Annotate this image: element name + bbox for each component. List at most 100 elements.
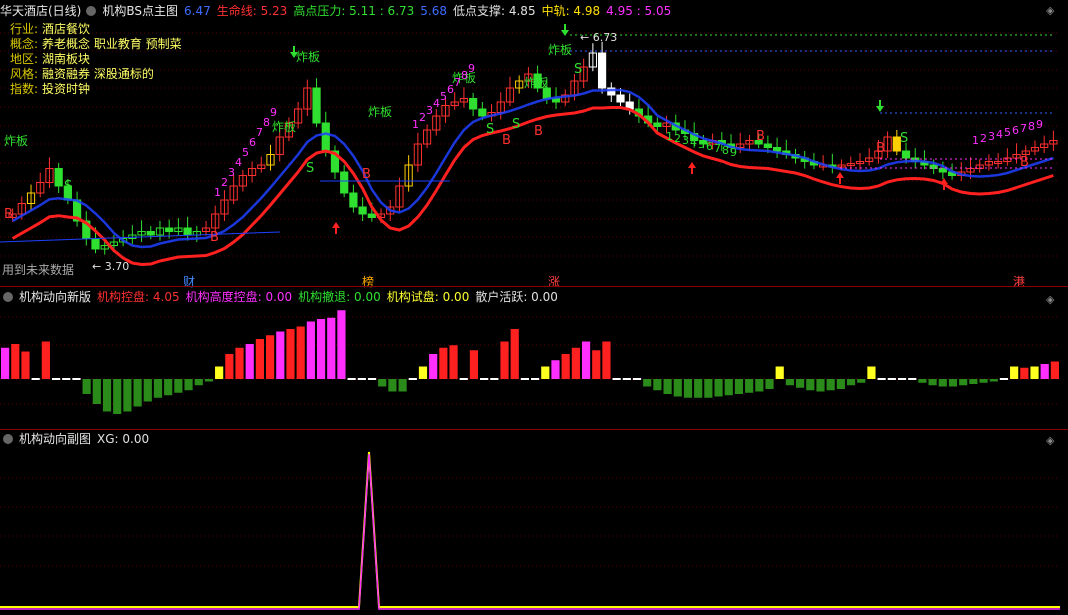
buy-signal: B [4, 207, 13, 222]
flat-bar [72, 378, 81, 380]
sell-signal: S [512, 117, 520, 132]
histogram-bar [561, 354, 570, 379]
histogram-bar [276, 331, 285, 379]
histogram-bar [266, 335, 275, 379]
histogram-bar [113, 379, 122, 414]
info-key: 概念: [10, 37, 39, 51]
sell-signal: S [64, 179, 72, 194]
panel-separator-1 [0, 286, 1068, 287]
candle-body [367, 213, 376, 218]
histogram-bar [969, 379, 978, 384]
buy-signal: B [210, 230, 219, 245]
candle-body [340, 171, 349, 194]
histogram-bar [775, 366, 784, 379]
histogram-bar [1030, 366, 1039, 379]
down-arrow-icon [876, 100, 884, 112]
count-number: 5 [242, 146, 249, 159]
sell-signal: S [574, 62, 582, 77]
count-number: 6 [447, 83, 454, 96]
buy-signal: B [534, 124, 543, 139]
main-value-5: 中轨: 4.98 [541, 4, 601, 18]
histogram-bar [734, 379, 744, 394]
histogram-bar [153, 379, 163, 398]
count-number: 3 [228, 166, 235, 179]
stock-title: 华天酒店(日线) [0, 4, 82, 18]
histogram-bar [959, 379, 968, 386]
candle-body [772, 147, 782, 152]
flat-bar [408, 378, 417, 380]
candle-body [183, 227, 192, 236]
histogram-bar [439, 347, 448, 379]
flat-bar [31, 378, 40, 380]
histogram-bar [194, 379, 203, 386]
up-arrow-icon [332, 222, 340, 234]
candle-body [469, 98, 478, 110]
main-indicator-values: 6.47 生命线: 5.23 高点压力: 5.11 : 6.73 5.68 低点支撑: … [184, 4, 677, 18]
histogram-bar [846, 379, 856, 386]
main-value-6: 4.95 : 5.05 [606, 4, 672, 18]
histogram-bar [938, 379, 947, 387]
panel-close-icon[interactable]: ◈ [1046, 293, 1054, 306]
histogram-bar [469, 350, 479, 379]
histogram-bar [918, 379, 927, 383]
low-price-label: ← 3.70 [92, 260, 129, 273]
count-number: 6 [706, 140, 713, 153]
buy-signal: B [876, 141, 885, 156]
main-indicator-name: 机构BS点主图 [102, 4, 179, 18]
count-number: 9 [468, 62, 475, 75]
flat-bar [347, 378, 356, 380]
candle-body [312, 87, 321, 124]
candle-body [165, 227, 174, 232]
event-mark-3: 港 [1013, 275, 1026, 289]
histogram-bar [41, 341, 50, 379]
sub2-indicator-name: 机构动向副图 [19, 432, 92, 446]
histogram-bar [225, 354, 234, 379]
histogram-bar [510, 329, 519, 379]
flat-bar [632, 378, 642, 380]
collapse-icon[interactable] [3, 292, 13, 302]
main-value-1: 生命线: 5.23 [216, 4, 288, 18]
histogram-bar [449, 345, 458, 379]
up-arrow-icon [836, 172, 844, 184]
count-number: 3 [988, 130, 995, 143]
count-number: 9 [1036, 118, 1043, 131]
info-value: 养老概念 职业教育 预制菜 [42, 37, 182, 51]
histogram-bar [581, 341, 591, 379]
count-number: 1 [666, 130, 673, 143]
flat-bar [897, 378, 907, 380]
count-number: 4 [996, 128, 1003, 141]
flat-bar [531, 378, 540, 380]
xg-signal-line [0, 451, 1060, 608]
flat-bar [612, 378, 621, 380]
buy-signal: B [1020, 155, 1029, 170]
count-number: 5 [698, 138, 705, 151]
histogram-bar [1040, 364, 1049, 379]
zhaban-label: 炸板 [4, 134, 28, 148]
count-number: 6 [1012, 124, 1019, 137]
collapse-icon[interactable] [3, 434, 13, 444]
count-number: 5 [1004, 126, 1011, 139]
count-number: 1 [214, 186, 221, 199]
info-row-2: 地区: 湖南板块 [10, 52, 182, 67]
scroll-up-icon[interactable]: ◈ [1046, 4, 1054, 17]
histogram-bar [765, 379, 774, 389]
flat-bar [367, 378, 377, 380]
event-mark-0: 财 [183, 275, 196, 289]
histogram-bar [989, 379, 998, 382]
histogram-bar [979, 379, 988, 383]
info-row-4: 指数: 投资时钟 [10, 82, 182, 97]
count-number: 8 [722, 144, 729, 157]
histogram-bar [694, 379, 703, 398]
histogram-bar [592, 350, 601, 379]
event-mark-2: 涨 [548, 275, 561, 289]
histogram-bar [836, 379, 845, 389]
collapse-icon[interactable] [86, 6, 97, 16]
count-number: 1 [972, 134, 979, 147]
sell-signal: S [306, 161, 314, 176]
histogram-bar [388, 379, 397, 392]
panel-close-icon-2[interactable]: ◈ [1046, 434, 1054, 447]
count-number: 7 [1020, 122, 1027, 135]
main-value-2: 高点压力: 5.11 : 6.73 [293, 4, 415, 18]
histogram-bar [174, 379, 183, 393]
flat-bar [999, 378, 1009, 380]
